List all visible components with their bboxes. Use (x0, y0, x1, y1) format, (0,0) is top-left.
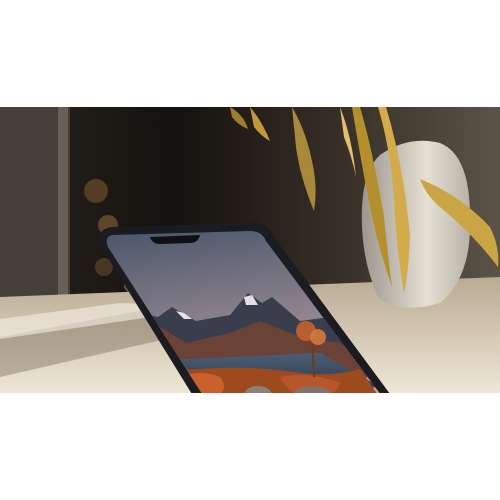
photo-scene (0, 107, 500, 393)
photo (0, 107, 500, 393)
